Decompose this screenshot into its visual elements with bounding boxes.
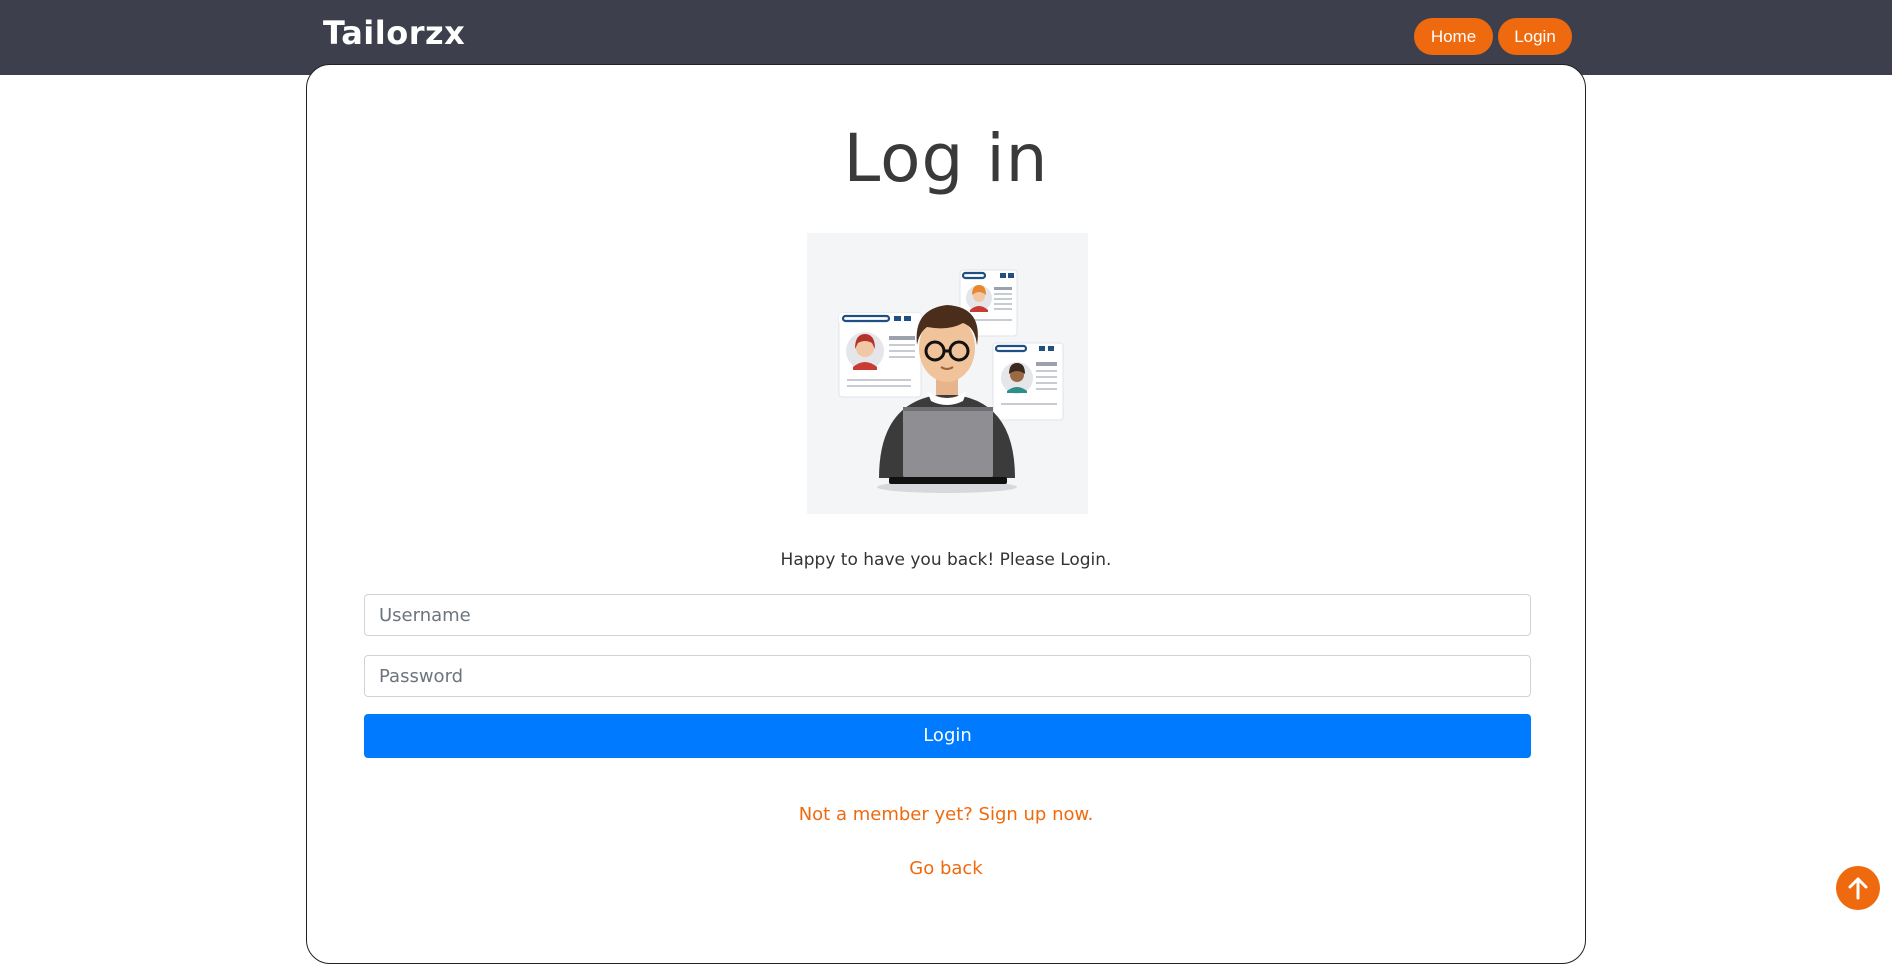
password-input[interactable] bbox=[364, 655, 1531, 697]
nav-home-button[interactable]: Home bbox=[1414, 18, 1493, 55]
login-card bbox=[306, 64, 1586, 964]
login-submit-button[interactable]: Login bbox=[364, 714, 1531, 758]
login-subtitle: Happy to have you back! Please Login. bbox=[780, 550, 1112, 570]
username-input[interactable] bbox=[364, 594, 1531, 636]
arrow-up-icon bbox=[1848, 877, 1868, 900]
profile-card-left bbox=[838, 312, 922, 398]
scroll-to-top-button[interactable] bbox=[1836, 866, 1880, 910]
login-illustration bbox=[807, 233, 1088, 514]
page-title: Log in bbox=[843, 120, 1049, 197]
profile-card-right bbox=[992, 342, 1064, 421]
signup-link-row: Not a member yet? Sign up now. bbox=[0, 804, 1892, 825]
profile-card-top bbox=[959, 269, 1018, 337]
brand-logo[interactable]: Tailorzx bbox=[323, 14, 465, 52]
signup-link[interactable]: Not a member yet? Sign up now. bbox=[799, 804, 1094, 825]
laptop bbox=[889, 407, 1007, 484]
person-at-laptop-illustration bbox=[838, 269, 1064, 493]
go-back-link[interactable]: Go back bbox=[909, 858, 982, 879]
nav-login-button[interactable]: Login bbox=[1498, 18, 1572, 55]
goback-link-row: Go back bbox=[0, 858, 1892, 879]
